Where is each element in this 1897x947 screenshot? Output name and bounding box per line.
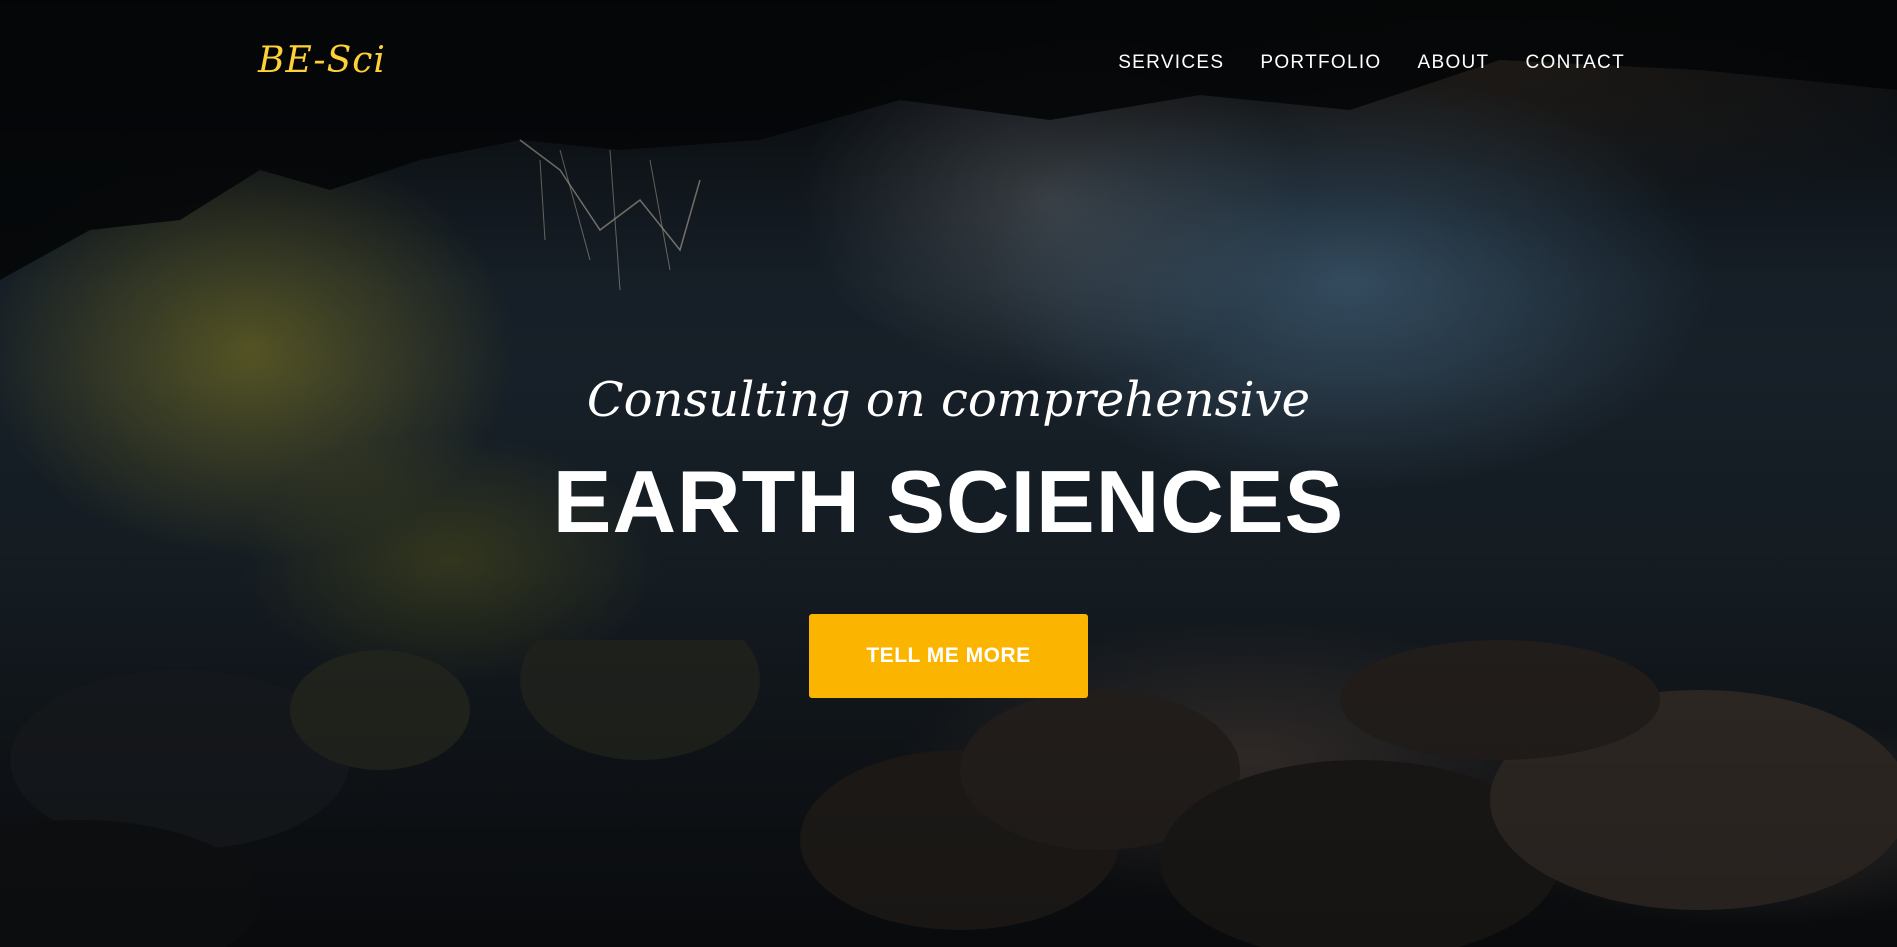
top-navbar: BE-Sci SERVICES PORTFOLIO ABOUT CONTACT [0,0,1897,130]
brand-logo[interactable]: BE-Sci [258,40,386,81]
hero-intro: Consulting on comprehensive EARTH SCIENC… [0,368,1897,550]
nav-link-services[interactable]: SERVICES [1118,52,1224,73]
hero-lead-in: Consulting on comprehensive [586,372,1311,428]
hero-heading: EARTH SCIENCES [552,452,1345,551]
nav-item-about: ABOUT [1418,52,1490,74]
nav-link-portfolio[interactable]: PORTFOLIO [1260,52,1381,73]
nav-item-portfolio: PORTFOLIO [1260,52,1381,74]
hero-section: BE-Sci SERVICES PORTFOLIO ABOUT CONTACT … [0,0,1897,947]
nav-link-contact[interactable]: CONTACT [1525,52,1625,73]
nav-menu: SERVICES PORTFOLIO ABOUT CONTACT [1118,52,1625,74]
nav-link-about[interactable]: ABOUT [1418,52,1490,73]
nav-item-services: SERVICES [1118,52,1224,74]
tell-me-more-button[interactable]: TELL ME MORE [809,614,1088,698]
nav-item-contact: CONTACT [1525,52,1625,74]
